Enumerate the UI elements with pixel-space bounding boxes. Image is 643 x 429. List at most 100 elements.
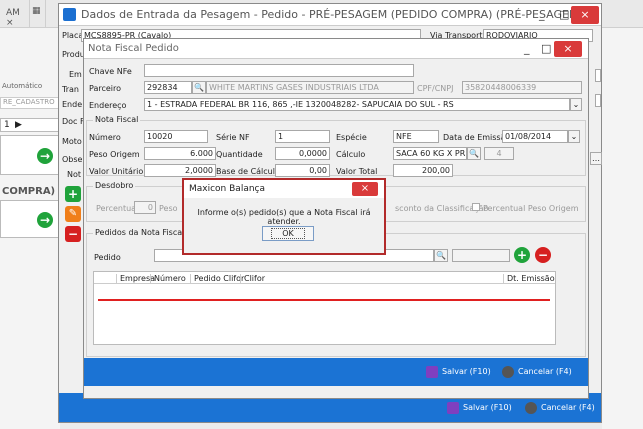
background-label-compra: COMPRA) [2, 186, 56, 197]
pedido-search-icon[interactable]: 🔍 [434, 249, 448, 262]
app-icon [63, 8, 76, 21]
dialog-close-button[interactable]: × [352, 182, 378, 196]
nota-save-button[interactable]: Salvar (F10) [426, 365, 491, 379]
arrow-right-icon[interactable]: → [37, 212, 53, 228]
list-icon[interactable]: 1 [4, 120, 10, 130]
dialog-title: Maxicon Balança [189, 184, 265, 194]
peso-short-label: Peso [159, 204, 178, 213]
chave-label: Chave NFe [89, 67, 132, 76]
calculo-search-icon[interactable]: 🔍 [467, 147, 481, 160]
add-pedido-icon[interactable]: + [514, 247, 530, 263]
chave-nfe-input[interactable] [144, 64, 414, 77]
endereco-label: Endereço [89, 101, 127, 110]
play-icon[interactable]: ▶ [15, 120, 22, 130]
peso-origem-input[interactable]: 6.000 [144, 147, 216, 160]
close-button[interactable]: × [571, 6, 599, 24]
cpf-label: CPF/CNPJ [417, 84, 454, 93]
valor-total-input[interactable]: 200,00 [393, 164, 453, 177]
remove-icon[interactable]: − [65, 226, 81, 242]
background-toolbar: 1 ▶ [0, 118, 60, 132]
calculo-select[interactable]: SACA 60 KG X PRECO [393, 147, 467, 160]
minimize-button[interactable]: _ [539, 4, 545, 26]
quantidade-label: Quantidade [216, 150, 263, 159]
parceiro-code-input[interactable]: 292834 [144, 81, 192, 94]
ok-label: OK [271, 228, 305, 239]
pedido-desc-field [452, 249, 510, 262]
percentual-stepper[interactable]: 0 [134, 201, 156, 214]
side-label-tran: Tran [62, 85, 79, 94]
cancel-icon [502, 365, 514, 378]
edit-icon[interactable]: ✎ [65, 206, 81, 222]
calculo-extra-field: 4 [484, 147, 514, 160]
side-label-ende: Ende [62, 100, 83, 109]
especie-label: Espécie [336, 133, 367, 142]
pedido-label: Pedido [94, 253, 121, 262]
nota-fiscal-title: Nota Fiscal Pedido [88, 43, 179, 54]
col-pedido-clifor[interactable]: Pedido Clifor [190, 274, 244, 283]
serie-input[interactable]: 1 [275, 130, 330, 143]
data-emissao-input[interactable]: 01/08/2014 [502, 130, 568, 143]
endereco-dropdown-icon[interactable]: ⌄ [570, 98, 582, 111]
pedidos-table-header: Empresa Número Pedido Clifor Clifor Dt. … [94, 272, 555, 284]
cancel-icon [525, 401, 537, 414]
col-clifor[interactable]: Clifor [240, 274, 265, 283]
col-numero[interactable]: Número [150, 274, 186, 283]
endereco-select[interactable]: 1 - ESTRADA FEDERAL BR 116, 865 ,-IE 132… [144, 98, 570, 111]
inner-close-button[interactable]: × [554, 41, 582, 57]
outer-save-button[interactable]: Salvar (F10) [447, 401, 512, 415]
produto-label: Produ [62, 50, 85, 59]
base-calculo-label: Base de Cálculo [216, 167, 280, 176]
dialog-titlebar: Maxicon Balança × [184, 180, 384, 198]
cpf-field: 35820448006339 [462, 81, 582, 94]
percentual-peso-checkbox[interactable] [472, 203, 480, 211]
message-dialog: Maxicon Balança × Informe o(s) pedido(s)… [182, 178, 386, 255]
pedidos-group-title: Pedidos da Nota Fiscal [93, 228, 187, 237]
data-emissao-label: Data de Emissão [443, 133, 511, 142]
maximize-button[interactable]: □ [559, 4, 569, 26]
save-icon [426, 365, 438, 378]
peso-origem-label: Peso Origem [89, 150, 140, 159]
parceiro-label: Parceiro [89, 84, 122, 93]
inner-maximize-button[interactable]: □ [541, 39, 551, 59]
especie-input[interactable]: NFE [393, 130, 439, 143]
serie-label: Série NF [216, 133, 250, 142]
background-card-1: → [0, 135, 60, 175]
background-label-automatic: Automático [2, 82, 43, 90]
parceiro-search-icon[interactable]: 🔍 [192, 81, 206, 94]
ok-button[interactable]: OK [262, 226, 314, 241]
base-calculo-input[interactable]: 0,00 [275, 164, 330, 177]
arrow-right-icon[interactable]: → [37, 148, 53, 164]
valor-unitario-label: Valor Unitário [89, 167, 144, 176]
remove-pedido-icon[interactable]: − [535, 247, 551, 263]
nota-cancel-button[interactable]: Cancelar (F4) [502, 365, 572, 379]
outer-window-title: Dados de Entrada da Pesagem - Pedido - P… [81, 8, 583, 21]
pedidos-table: Empresa Número Pedido Clifor Clifor Dt. … [93, 271, 556, 345]
empty-row-indicator [98, 299, 550, 301]
inner-minimize-button[interactable]: _ [524, 39, 530, 59]
quantidade-input[interactable]: 0,0000 [275, 147, 330, 160]
outer-cancel-button[interactable]: Cancelar (F4) [525, 401, 595, 415]
numero-input[interactable]: 10020 [144, 130, 208, 143]
outer-window-titlebar: Dados de Entrada da Pesagem - Pedido - P… [59, 4, 601, 26]
valor-unitario-input[interactable]: 2,0000 [144, 164, 216, 177]
percentual-label: Percentual [96, 204, 139, 213]
nota-fiscal-titlebar: Nota Fiscal Pedido _ □ × [84, 39, 588, 59]
background-tab-label: AM [6, 8, 20, 18]
dialog-message: Informe o(s) pedido(s) que a Nota Fiscal… [197, 208, 371, 226]
side-label-not: Not [67, 170, 82, 179]
outer-field-right-2[interactable] [595, 94, 601, 107]
outer-field-right-1[interactable] [595, 69, 601, 82]
outer-cancel-label: Cancelar (F4) [541, 403, 595, 412]
add-icon[interactable]: + [65, 186, 81, 202]
background-label-cadastro: RE_CADASTRO [0, 97, 60, 109]
calendar-dropdown-icon[interactable]: ⌄ [568, 130, 580, 143]
background-tab[interactable]: AM × [0, 0, 30, 28]
background-card-2: → [0, 200, 60, 238]
nota-fiscal-action-bar: Salvar (F10) Cancelar (F4) [84, 358, 588, 386]
grid-icon[interactable]: ▦ [30, 0, 46, 28]
col-dt-emissao[interactable]: Dt. Emissão [503, 274, 555, 283]
side-label-em: Em [69, 70, 82, 79]
more-button[interactable]: … [590, 152, 602, 165]
outer-save-label: Salvar (F10) [463, 403, 512, 412]
parceiro-name-field: WHITE MARTINS GASES INDUSTRIAIS LTDA [206, 81, 414, 94]
